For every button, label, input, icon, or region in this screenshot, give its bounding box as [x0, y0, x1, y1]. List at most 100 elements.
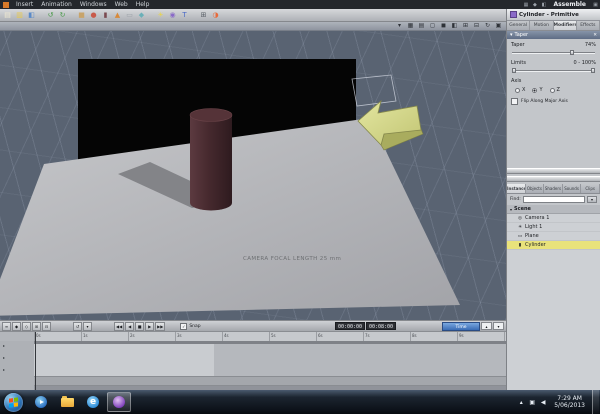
- menu-windows[interactable]: Windows: [76, 0, 111, 9]
- limits-value[interactable]: 0 - 100%: [574, 60, 596, 66]
- taper-modifier-header[interactable]: ▾ Taper ✕: [507, 31, 600, 39]
- limits-slider[interactable]: [512, 68, 595, 73]
- undo-icon[interactable]: ↺: [45, 10, 56, 21]
- taskbar-clock[interactable]: 7:29 AM 5/06/2013: [550, 395, 589, 410]
- axis-z-radio[interactable]: Z: [549, 87, 560, 93]
- limits-high-thumb[interactable]: [591, 68, 595, 73]
- save-icon[interactable]: ◧: [26, 10, 37, 21]
- tab-shaders[interactable]: Shaders: [544, 184, 563, 193]
- menu-insert[interactable]: Insert: [12, 0, 37, 9]
- tab-effects[interactable]: Effects: [576, 21, 600, 30]
- find-filter-dropdown[interactable]: ▾: [587, 196, 597, 203]
- tree-item-label[interactable]: Camera 1: [525, 215, 549, 221]
- flip-axis-checkbox[interactable]: [511, 98, 518, 105]
- new-scene-icon[interactable]: ▤: [2, 10, 13, 21]
- tab-instances[interactable]: Instances: [507, 184, 526, 193]
- stop-button[interactable]: ■: [135, 321, 145, 331]
- add-keyframe-icon[interactable]: ◆: [12, 321, 21, 331]
- playhead[interactable]: [35, 332, 36, 390]
- menu-animation[interactable]: Animation: [37, 0, 76, 9]
- axis-y-radio[interactable]: Y: [532, 87, 543, 93]
- window-options-icon[interactable]: ▣: [591, 2, 600, 8]
- tab-modifiers[interactable]: Modifiers: [553, 21, 577, 30]
- tab-clips[interactable]: Clips: [581, 184, 600, 193]
- taper-amount-value[interactable]: 74%: [585, 42, 596, 48]
- go-to-end-button[interactable]: ▶▶: [155, 321, 166, 331]
- wire-helper-box[interactable]: [351, 74, 397, 107]
- render-icon[interactable]: ◑: [210, 10, 221, 21]
- current-time-field[interactable]: 00:00:00: [335, 322, 365, 330]
- insert-light-icon[interactable]: ☀: [155, 10, 166, 21]
- tab-objects[interactable]: Objects: [525, 184, 545, 193]
- collapse-tracks-icon[interactable]: ⊟: [42, 321, 51, 331]
- textured-mode-icon[interactable]: ◼: [439, 22, 448, 30]
- viewport-canvas[interactable]: CAMERA FOCAL LENGTH 25 mm: [0, 31, 506, 320]
- insert-text-icon[interactable]: T: [179, 10, 190, 21]
- room-model-icon[interactable]: ◆: [530, 2, 539, 8]
- play-button[interactable]: ▶: [145, 321, 155, 331]
- tab-motion[interactable]: Motion: [530, 21, 554, 30]
- tab-sounds[interactable]: Sounds: [562, 184, 582, 193]
- lighting-toggle-icon[interactable]: ◧: [450, 22, 459, 30]
- insert-plane-icon[interactable]: ▭: [124, 10, 135, 21]
- panel-splitter[interactable]: [507, 168, 600, 174]
- tree-item-label[interactable]: Cylinder: [525, 242, 546, 248]
- insert-cylinder-icon[interactable]: ▮: [100, 10, 111, 21]
- volume-icon[interactable]: ◀: [539, 399, 547, 406]
- track-expander-icon[interactable]: ▸: [3, 355, 5, 360]
- insert-cone-icon[interactable]: ▲: [112, 10, 123, 21]
- network-icon[interactable]: ▣: [528, 399, 536, 406]
- go-to-start-button[interactable]: ◀◀: [114, 321, 125, 331]
- cylinder-top[interactable]: [189, 108, 233, 122]
- menu-web[interactable]: Web: [111, 0, 132, 9]
- limits-low-thumb[interactable]: [512, 68, 516, 73]
- loop-toggle-icon[interactable]: ↺: [73, 321, 82, 331]
- axis-x-radio-dot[interactable]: [515, 87, 520, 93]
- cylinder-body[interactable]: [190, 115, 232, 211]
- rotate-view-tool-icon[interactable]: ↻: [483, 22, 492, 30]
- snap-checkbox[interactable]: ✓: [180, 322, 188, 330]
- timeline-options-icon[interactable]: ▾: [83, 321, 92, 331]
- maximize-view-icon[interactable]: ▣: [494, 22, 503, 30]
- grid-toggle-icon[interactable]: ⊞: [461, 22, 470, 30]
- remove-modifier-icon[interactable]: ✕: [593, 33, 597, 38]
- tree-item-light-1[interactable]: ☀ Light 1: [507, 223, 600, 232]
- taskbar-app-explorer[interactable]: [55, 392, 79, 412]
- tree-item-camera-1[interactable]: ◎ Camera 1: [507, 214, 600, 223]
- track-area[interactable]: [34, 341, 506, 390]
- hidden-icons-chevron[interactable]: ▴: [517, 399, 525, 406]
- track-sub-row[interactable]: [34, 377, 506, 386]
- end-time-field[interactable]: 00:08:00: [366, 322, 396, 330]
- zoom-in-spinner[interactable]: ▴: [481, 322, 492, 330]
- delete-keyframe-icon[interactable]: ◇: [22, 321, 31, 331]
- insert-vertex-object-icon[interactable]: ◆: [136, 10, 147, 21]
- taskbar-app-internet-explorer[interactable]: e: [81, 392, 105, 412]
- insert-cube-icon[interactable]: ■: [76, 10, 87, 21]
- room-assemble-icon[interactable]: ▦: [521, 2, 530, 8]
- show-desktop-button[interactable]: [592, 390, 599, 414]
- start-button[interactable]: [4, 392, 23, 412]
- insert-camera-icon[interactable]: ◉: [167, 10, 178, 21]
- taskbar-app-media-player[interactable]: [29, 392, 53, 412]
- scene-tree-header[interactable]: ▾ Scene: [507, 205, 600, 214]
- expand-tracks-icon[interactable]: ⊞: [32, 321, 41, 331]
- axis-x-radio[interactable]: X: [515, 87, 525, 93]
- menu-help[interactable]: Help: [132, 0, 154, 9]
- axis-y-radio-dot[interactable]: [532, 87, 538, 93]
- room-render-icon[interactable]: ◧: [539, 2, 548, 8]
- track-expander-icon[interactable]: ▸: [3, 367, 5, 372]
- taskbar-app-carrara-active[interactable]: [107, 392, 131, 412]
- insert-sphere-icon[interactable]: ●: [88, 10, 99, 21]
- track-clip-selected-range[interactable]: [34, 344, 214, 376]
- smooth-shade-mode-icon[interactable]: ◻: [428, 22, 437, 30]
- track-menu-icon[interactable]: ≡: [2, 321, 11, 331]
- time-display-dropdown[interactable]: Time: [442, 321, 480, 331]
- taper-amount-slider[interactable]: [512, 50, 595, 55]
- zoom-tool-icon[interactable]: ⊟: [472, 22, 481, 30]
- wireframe-mode-icon[interactable]: ▦: [406, 22, 415, 30]
- zoom-out-spinner[interactable]: ▾: [493, 322, 504, 330]
- scene-expander-icon[interactable]: ▾: [510, 207, 512, 212]
- collapse-icon[interactable]: ▾: [510, 32, 513, 38]
- tree-item-plane[interactable]: ▭ Plane: [507, 232, 600, 241]
- tree-item-label[interactable]: Light 1: [525, 224, 542, 230]
